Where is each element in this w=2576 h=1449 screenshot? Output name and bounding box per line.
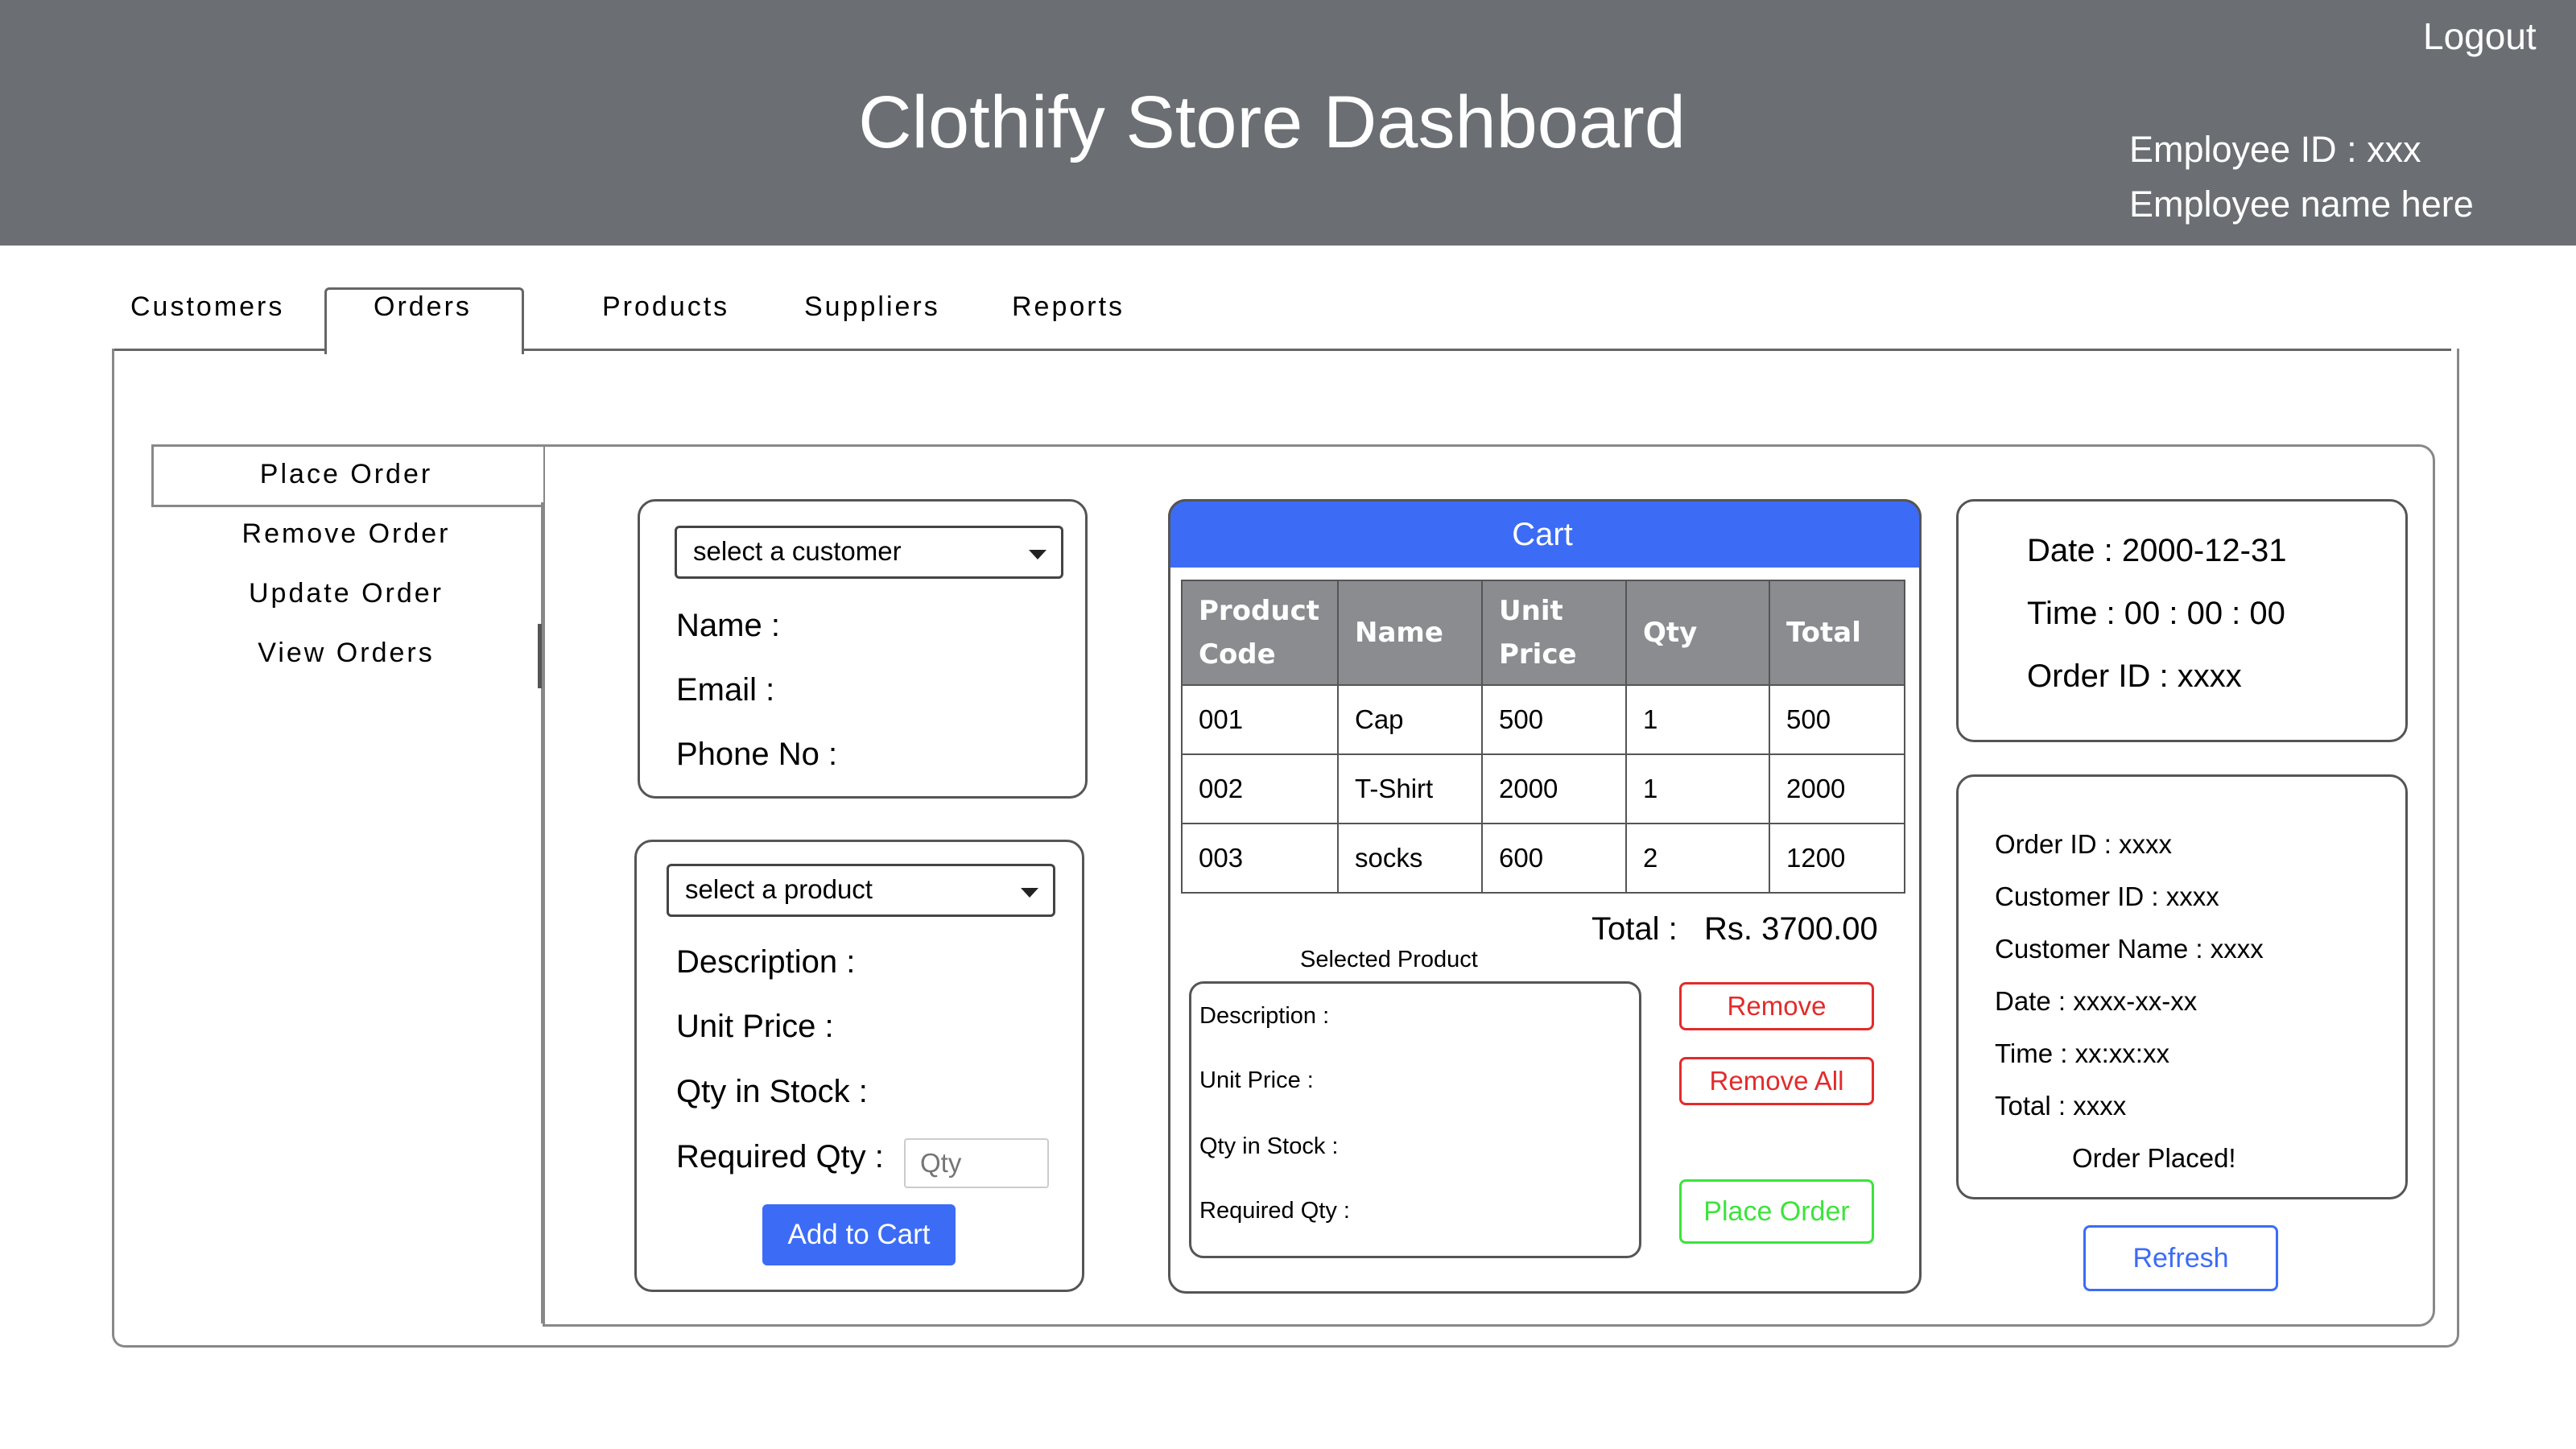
summary-customer-name: Customer Name : xxxx — [1995, 934, 2264, 964]
customer-name-label: Name : — [676, 608, 780, 643]
column-header-unit-price: Unit Price — [1481, 580, 1627, 686]
order-time: Time : 00 : 00 : 00 — [2027, 596, 2285, 631]
sidebar-item-update-order[interactable]: Update Order — [151, 578, 541, 609]
required-qty-label: Required Qty : — [676, 1139, 884, 1174]
cell-unit-price: 500 — [1481, 684, 1627, 755]
cart-total-value: Rs. 3700.00 — [1704, 911, 1878, 947]
qty-input[interactable] — [904, 1138, 1049, 1188]
column-header-total: Total — [1769, 580, 1905, 686]
table-row[interactable]: 002 T-Shirt 2000 1 2000 — [1181, 753, 1905, 824]
cell-qty: 1 — [1625, 684, 1770, 755]
employee-id: Employee ID : xxx — [2129, 129, 2421, 170]
logout-link[interactable]: Logout — [2423, 14, 2537, 58]
product-select-value: select a product — [685, 874, 873, 904]
refresh-button[interactable]: Refresh — [2083, 1225, 2278, 1291]
summary-customer-id: Customer ID : xxxx — [1995, 881, 2219, 911]
customer-email-label: Email : — [676, 672, 775, 708]
selected-unit-price-label: Unit Price : — [1199, 1067, 1314, 1093]
customer-select-value: select a customer — [693, 536, 902, 566]
cart-title: Cart — [1512, 517, 1573, 552]
selected-required-qty-label: Required Qty : — [1199, 1198, 1350, 1224]
summary-date: Date : xxxx-xx-xx — [1995, 986, 2198, 1016]
cell-name: T-Shirt — [1337, 753, 1483, 824]
product-qty-in-stock-label: Qty in Stock : — [676, 1074, 868, 1109]
table-row[interactable]: 001 Cap 500 1 500 — [1181, 684, 1905, 755]
order-id: Order ID : xxxx — [2027, 658, 2242, 694]
order-status: Order Placed! — [2072, 1143, 2236, 1173]
cell-qty: 2 — [1625, 823, 1770, 894]
tab-customers[interactable]: Customers — [130, 291, 284, 323]
tab-reports[interactable]: Reports — [1012, 291, 1125, 323]
remove-all-button[interactable]: Remove All — [1679, 1057, 1874, 1105]
column-header-product-code: Product Code — [1181, 580, 1339, 686]
cell-unit-price: 600 — [1481, 823, 1627, 894]
cell-total: 500 — [1769, 684, 1905, 755]
summary-total: Total : xxxx — [1995, 1091, 2127, 1121]
add-to-cart-button[interactable]: Add to Cart — [762, 1204, 956, 1265]
order-date: Date : 2000-12-31 — [2027, 533, 2287, 568]
summary-order-id: Order ID : xxxx — [1995, 829, 2173, 859]
sidebar-item-remove-order[interactable]: Remove Order — [151, 518, 541, 550]
sidebar-item-view-orders[interactable]: View Orders — [151, 638, 541, 669]
chevron-down-icon — [1021, 888, 1038, 898]
chevron-down-icon — [1029, 550, 1046, 559]
customer-phone-label: Phone No : — [676, 737, 838, 772]
cart-table: Product Code Name Unit Price Qty Total 001… — [1181, 580, 1905, 894]
cell-total: 1200 — [1769, 823, 1905, 894]
cell-unit-price: 2000 — [1481, 753, 1627, 824]
cart-table-header-row: Product Code Name Unit Price Qty Total — [1181, 580, 1905, 686]
cell-product-code: 001 — [1181, 684, 1339, 755]
cell-total: 2000 — [1769, 753, 1905, 824]
column-header-name: Name — [1337, 580, 1483, 686]
product-unit-price-label: Unit Price : — [676, 1009, 834, 1044]
selected-qty-in-stock-label: Qty in Stock : — [1199, 1133, 1339, 1159]
selected-description-label: Description : — [1199, 1003, 1330, 1029]
place-order-button[interactable]: Place Order — [1679, 1179, 1874, 1244]
cell-name: socks — [1337, 823, 1483, 894]
cart-total-label: Total : — [1591, 911, 1678, 947]
cell-qty: 1 — [1625, 753, 1770, 824]
table-row[interactable]: 003 socks 600 2 1200 — [1181, 823, 1905, 894]
remove-button[interactable]: Remove — [1679, 982, 1874, 1030]
column-header-qty: Qty — [1625, 580, 1770, 686]
customer-select[interactable]: select a customer — [675, 526, 1063, 579]
sidebar-item-place-order[interactable]: Place Order — [151, 459, 541, 490]
tab-suppliers[interactable]: Suppliers — [804, 291, 940, 323]
cell-name: Cap — [1337, 684, 1483, 755]
tab-orders[interactable]: Orders — [374, 291, 472, 323]
summary-time: Time : xx:xx:xx — [1995, 1038, 2169, 1068]
product-select[interactable]: select a product — [667, 864, 1055, 917]
employee-name: Employee name here — [2129, 184, 2474, 225]
cell-product-code: 002 — [1181, 753, 1339, 824]
cell-product-code: 003 — [1181, 823, 1339, 894]
tab-products[interactable]: Products — [602, 291, 729, 323]
selected-product-title: Selected Product — [1300, 947, 1478, 972]
product-description-label: Description : — [676, 944, 856, 980]
